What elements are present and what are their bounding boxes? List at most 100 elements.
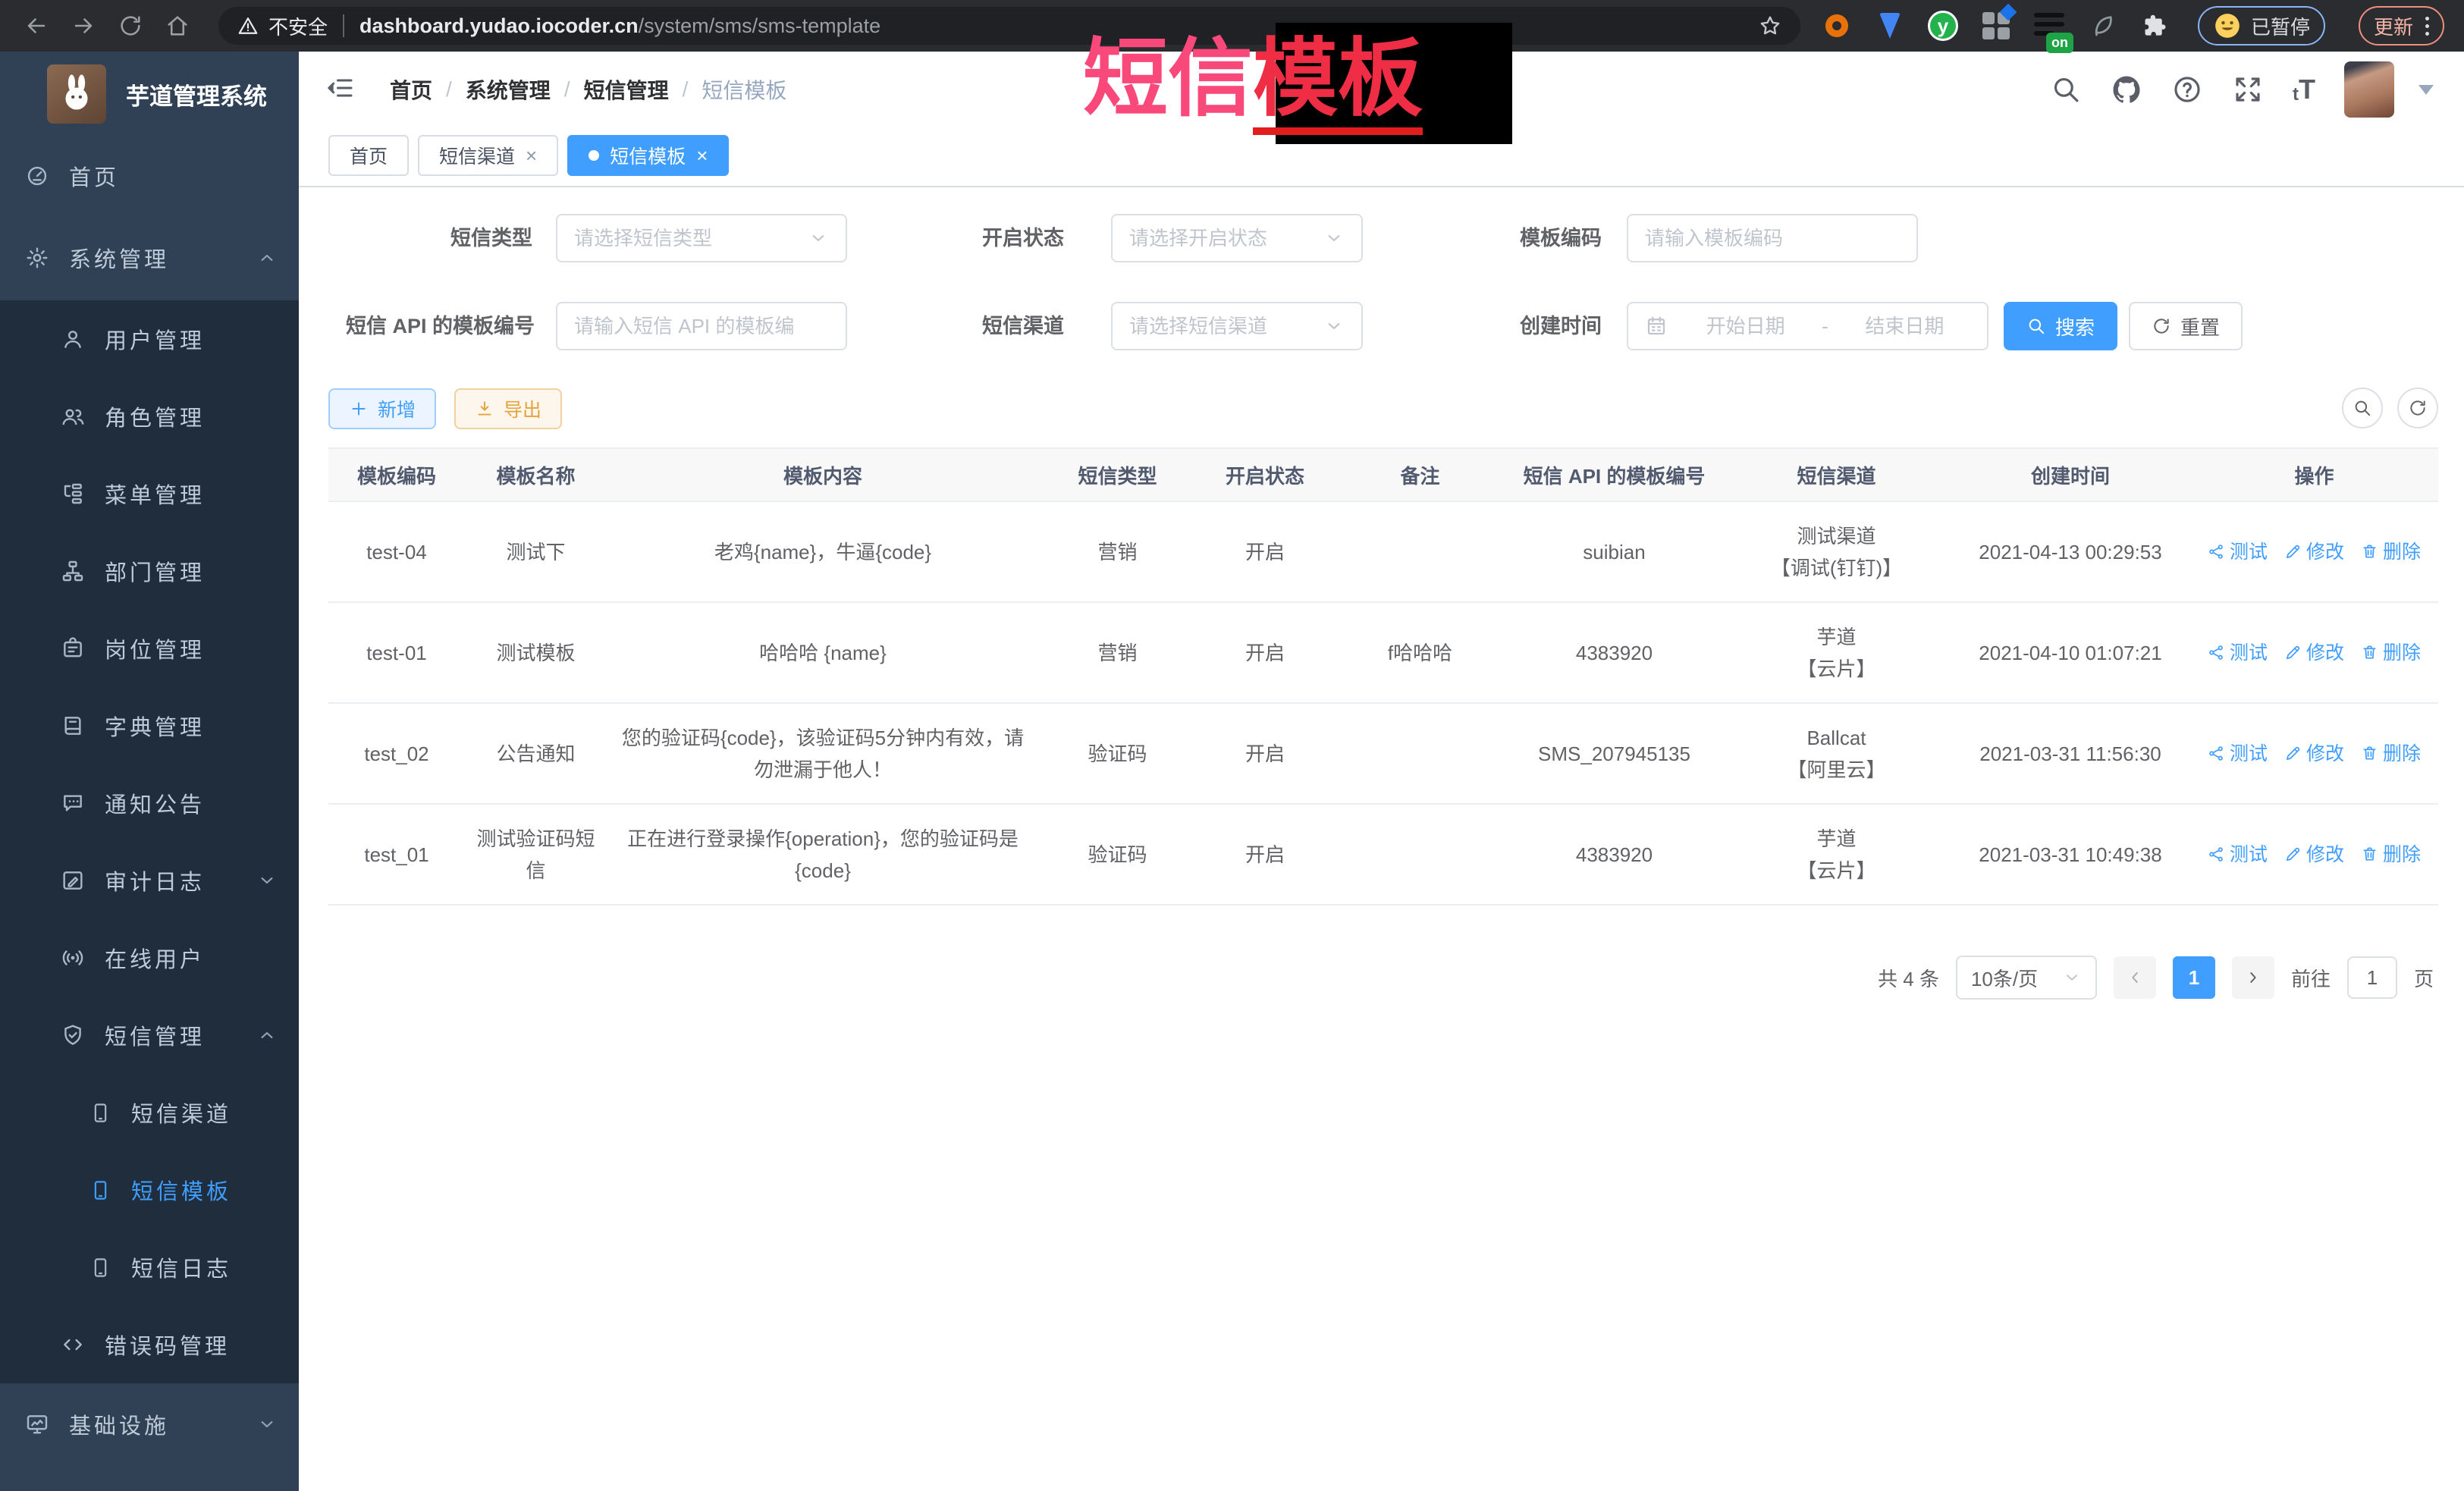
sidebar-item-infrastructure[interactable]: 基础设施 — [0, 1383, 299, 1465]
bookmark-star-icon[interactable] — [1758, 14, 1782, 38]
extension-y-icon[interactable]: y — [1928, 11, 1958, 41]
browser-forward-button[interactable] — [67, 9, 100, 42]
tab-sms-template[interactable]: 短信模板 × — [567, 135, 729, 176]
create-time-range-picker[interactable]: - — [1627, 302, 1988, 350]
sidebar-item-dictionary[interactable]: 字典管理 — [0, 687, 299, 764]
sidebar-fold-button[interactable] — [325, 73, 358, 106]
page-size-select[interactable]: 10条/页 — [1956, 956, 2097, 1000]
search-icon[interactable] — [2050, 74, 2082, 105]
share-icon — [2208, 543, 2225, 560]
extension-orange-ring-icon[interactable] — [1822, 11, 1852, 41]
extension-list-icon[interactable]: on — [2034, 11, 2064, 41]
edit-link[interactable]: 修改 — [2284, 536, 2344, 568]
browser-menu-icon[interactable] — [2425, 17, 2429, 36]
github-icon[interactable] — [2111, 74, 2142, 105]
delete-link[interactable]: 删除 — [2361, 637, 2421, 669]
goto-page-input[interactable] — [2347, 956, 2397, 999]
sidebar-item-menus[interactable]: 菜单管理 — [0, 455, 299, 532]
table-row: test_01 测试验证码短信 正在进行登录操作{operation}，您的验证… — [328, 804, 2438, 905]
announcement-icon — [61, 791, 85, 815]
gear-icon — [25, 246, 49, 270]
test-link[interactable]: 测试 — [2208, 738, 2268, 770]
prev-page-button[interactable] — [2114, 956, 2156, 999]
address-bar[interactable]: 不安全 dashboard.yudao.iocoder.cn/system/sm… — [218, 7, 1800, 45]
current-page-button[interactable]: 1 — [2173, 956, 2215, 999]
reset-button[interactable]: 重置 — [2129, 302, 2243, 350]
sidebar-item-users[interactable]: 用户管理 — [0, 300, 299, 378]
sidebar-item-audit-log[interactable]: 审计日志 — [0, 842, 299, 919]
sidebar-item-sms-log[interactable]: 短信日志 — [0, 1229, 299, 1306]
paused-label: 已暂停 — [2251, 12, 2310, 40]
sms-type-select[interactable] — [556, 214, 847, 262]
chevron-down-icon — [1323, 315, 1345, 337]
help-icon[interactable] — [2171, 74, 2203, 105]
delete-link[interactable]: 删除 — [2361, 738, 2421, 770]
dashboard-icon — [25, 164, 49, 188]
sidebar-item-sms-template[interactable]: 短信模板 — [0, 1151, 299, 1229]
create-time-label: 创建时间 — [1361, 302, 1602, 350]
app-logo[interactable]: 芋道管理系统 — [0, 52, 299, 137]
sidebar-item-departments[interactable]: 部门管理 — [0, 532, 299, 610]
active-tab-dot — [589, 150, 599, 161]
trash-icon — [2361, 846, 2378, 863]
end-date-input[interactable] — [1839, 315, 1970, 338]
table-header-row: 模板编码 模板名称 模板内容 短信类型 开启状态 备注 短信 API 的模板编号… — [328, 448, 2438, 501]
user-avatar[interactable] — [2344, 61, 2394, 118]
add-button[interactable]: 新增 — [328, 388, 436, 429]
extension-feather-icon[interactable] — [2087, 11, 2117, 41]
delete-link[interactable]: 删除 — [2361, 536, 2421, 568]
close-icon[interactable]: × — [526, 146, 537, 165]
browser-reload-button[interactable] — [114, 9, 147, 42]
breadcrumb-system[interactable]: 系统管理 — [466, 74, 551, 105]
extensions-puzzle-icon[interactable] — [2140, 11, 2171, 41]
breadcrumb-sms[interactable]: 短信管理 — [584, 74, 669, 105]
api-template-id-input[interactable] — [556, 302, 847, 350]
text-size-icon[interactable]: tT — [2293, 74, 2315, 105]
template-code-input[interactable] — [1627, 214, 1918, 262]
refresh-table-button[interactable] — [2397, 388, 2438, 428]
status-select[interactable] — [1111, 214, 1363, 262]
sms-template-table: 模板编码 模板名称 模板内容 短信类型 开启状态 备注 短信 API 的模板编号… — [328, 447, 2438, 906]
sidebar-item-posts[interactable]: 岗位管理 — [0, 610, 299, 687]
insecure-label: 不安全 — [268, 12, 328, 40]
tab-sms-channel[interactable]: 短信渠道 × — [418, 135, 558, 176]
online-user-icon — [61, 946, 85, 970]
test-link[interactable]: 测试 — [2208, 637, 2268, 669]
edit-icon — [2284, 846, 2302, 863]
tab-home[interactable]: 首页 — [328, 135, 409, 176]
extension-grid-icon[interactable] — [1981, 11, 2011, 41]
sidebar-item-home[interactable]: 首页 — [0, 137, 299, 215]
sidebar-item-sms-channel[interactable]: 短信渠道 — [0, 1074, 299, 1151]
edit-link[interactable]: 修改 — [2284, 738, 2344, 770]
profile-paused-pill[interactable]: 已暂停 — [2198, 6, 2325, 46]
edit-link[interactable]: 修改 — [2284, 839, 2344, 871]
fullscreen-icon[interactable] — [2232, 74, 2264, 105]
sidebar-item-error-codes[interactable]: 错误码管理 — [0, 1306, 299, 1383]
next-page-button[interactable] — [2232, 956, 2274, 999]
test-link[interactable]: 测试 — [2208, 536, 2268, 568]
sidebar-item-system[interactable]: 系统管理 — [0, 215, 299, 300]
url-host: dashboard.yudao.iocoder.cn — [359, 14, 639, 38]
browser-home-button[interactable] — [161, 9, 194, 42]
sidebar-item-announcements[interactable]: 通知公告 — [0, 764, 299, 842]
sidebar-item-sms[interactable]: 短信管理 — [0, 997, 299, 1074]
browser-back-button[interactable] — [20, 9, 53, 42]
breadcrumb-current: 短信模板 — [702, 74, 786, 105]
start-date-input[interactable] — [1680, 315, 1811, 338]
export-button[interactable]: 导出 — [454, 388, 562, 429]
test-link[interactable]: 测试 — [2208, 839, 2268, 871]
sidebar-item-online-users[interactable]: 在线用户 — [0, 919, 299, 997]
sidebar-item-roles[interactable]: 角色管理 — [0, 378, 299, 455]
search-button[interactable]: 搜索 — [2004, 302, 2117, 350]
avatar-caret-icon[interactable] — [2418, 85, 2434, 95]
channel-label: 短信渠道 — [830, 302, 1064, 350]
book-icon — [61, 714, 85, 738]
browser-update-button[interactable]: 更新 — [2359, 6, 2444, 46]
extension-blue-pin-icon[interactable] — [1875, 11, 1905, 41]
delete-link[interactable]: 删除 — [2361, 839, 2421, 871]
channel-select[interactable] — [1111, 302, 1363, 350]
breadcrumb-home[interactable]: 首页 — [390, 74, 432, 105]
close-icon[interactable]: × — [696, 146, 708, 165]
toggle-search-button[interactable] — [2342, 388, 2383, 428]
edit-link[interactable]: 修改 — [2284, 637, 2344, 669]
